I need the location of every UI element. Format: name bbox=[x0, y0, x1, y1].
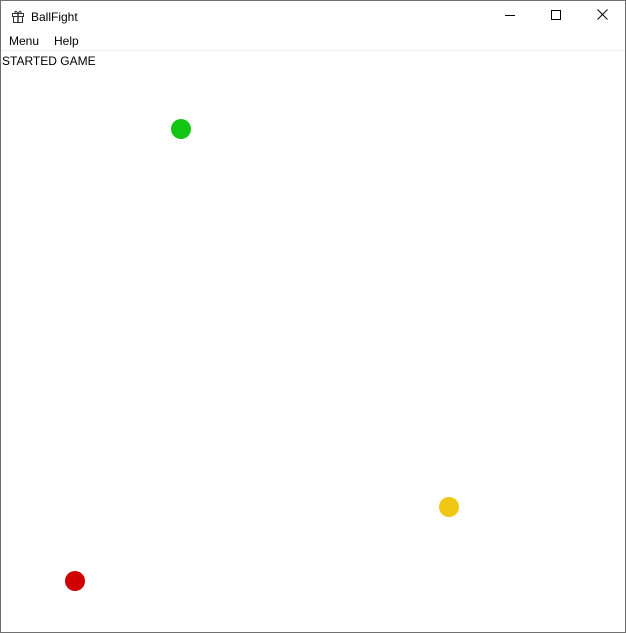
yellow-ball bbox=[439, 497, 459, 517]
close-button[interactable] bbox=[579, 1, 625, 31]
app-window: BallFight Menu Help STARTED GAME bbox=[0, 0, 626, 633]
title-bar[interactable]: BallFight bbox=[1, 1, 625, 31]
maximize-icon bbox=[551, 7, 561, 25]
red-ball bbox=[65, 571, 85, 591]
minimize-icon bbox=[505, 7, 515, 25]
menu-item-help[interactable]: Help bbox=[53, 34, 80, 49]
close-icon bbox=[596, 7, 608, 25]
game-status-text: STARTED GAME bbox=[2, 54, 96, 68]
green-ball bbox=[171, 119, 191, 139]
menu-bar: Menu Help bbox=[1, 31, 625, 51]
game-canvas[interactable]: STARTED GAME bbox=[1, 51, 625, 632]
maximize-button[interactable] bbox=[533, 1, 579, 31]
menu-item-menu[interactable]: Menu bbox=[8, 34, 40, 49]
window-title: BallFight bbox=[31, 10, 78, 24]
minimize-button[interactable] bbox=[487, 1, 533, 31]
gift-box-icon bbox=[11, 9, 25, 23]
